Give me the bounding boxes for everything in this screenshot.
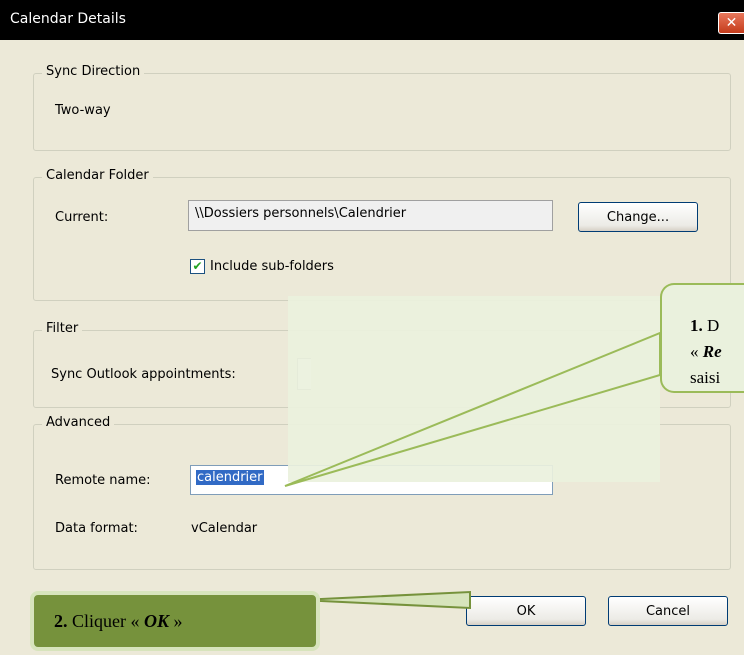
close-icon: ✕ [725, 15, 738, 31]
sync-direction-group: Sync Direction [33, 64, 731, 151]
callout2-step-number: 2. [54, 610, 68, 631]
callout-click-ok: 2. Cliquer « OK » [30, 591, 320, 651]
sync-direction-legend: Sync Direction [42, 64, 145, 79]
callout1-line2: Re [702, 342, 722, 361]
remote-name-label: Remote name: [55, 473, 151, 488]
advanced-legend: Advanced [42, 415, 115, 430]
change-button[interactable]: Change... [578, 202, 698, 232]
callout-remote-name: 1. D « Re saisi [660, 283, 744, 393]
callout-background [288, 296, 660, 482]
title-bar: Calendar Details ✕ [0, 0, 744, 40]
callout1-line1: D [707, 316, 720, 335]
callout2-text: Cliquer « [67, 610, 144, 631]
callout1-step-number: 1. [690, 316, 703, 335]
calendar-folder-legend: Calendar Folder [42, 168, 153, 183]
remote-name-selected-text: calendrier [196, 470, 264, 485]
close-button[interactable]: ✕ [718, 12, 744, 34]
callout1-line3: saisi [690, 368, 721, 387]
calendar-details-dialog: Calendar Details ✕ Sync Direction Two-wa… [0, 0, 744, 655]
ok-button[interactable]: OK [466, 596, 586, 626]
cancel-button[interactable]: Cancel [608, 596, 728, 626]
current-label: Current: [55, 210, 109, 225]
checkmark-icon: ✔ [192, 259, 203, 273]
filter-legend: Filter [42, 321, 83, 336]
callout2-end: » [169, 610, 183, 631]
include-subfolders-label: Include sub-folders [210, 259, 334, 274]
calendar-folder-group: Calendar Folder [33, 168, 731, 301]
sync-appointments-label: Sync Outlook appointments: [51, 367, 236, 382]
include-subfolders-checkbox[interactable]: ✔ [190, 259, 205, 274]
callout1-quote: « [690, 342, 703, 361]
callout2-ok: OK [144, 610, 170, 631]
current-folder-field: \\Dossiers personnels\Calendrier [188, 200, 553, 231]
data-format-label: Data format: [55, 521, 138, 536]
data-format-value: vCalendar [191, 521, 258, 536]
sync-direction-value: Two-way [55, 103, 111, 118]
window-title: Calendar Details [10, 11, 126, 27]
